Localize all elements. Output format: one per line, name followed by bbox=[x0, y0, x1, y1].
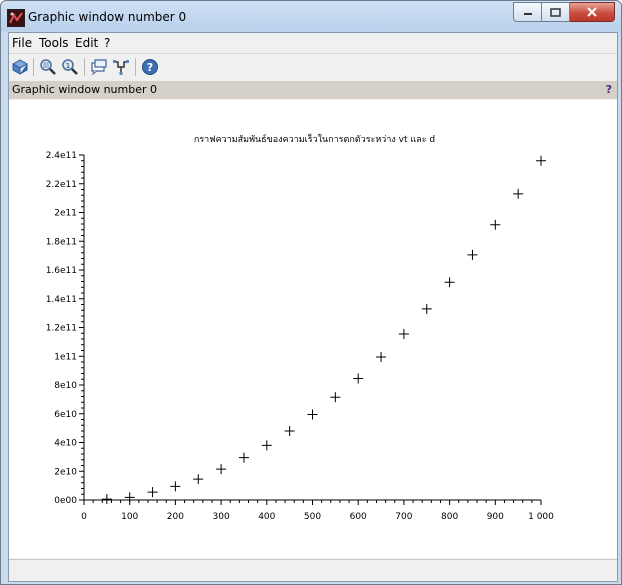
status-bar bbox=[9, 559, 617, 581]
maximize-icon bbox=[550, 7, 561, 17]
x-tick-label: 500 bbox=[304, 512, 321, 522]
menu-help[interactable]: ? bbox=[104, 36, 110, 50]
datatip-button[interactable] bbox=[89, 57, 109, 77]
data-point-marker bbox=[124, 492, 135, 503]
data-point-marker bbox=[147, 487, 158, 498]
y-tick-label: 6e10 bbox=[54, 410, 77, 420]
x-tick-label: 700 bbox=[395, 512, 412, 522]
x-tick-label: 900 bbox=[487, 512, 504, 522]
scilab-app-icon bbox=[7, 9, 25, 27]
x-tick-label: 1 000 bbox=[528, 512, 554, 522]
edit-curve-icon bbox=[113, 60, 129, 75]
toolbar: 1 ? bbox=[9, 53, 617, 81]
help-button[interactable]: ? bbox=[140, 57, 160, 77]
y-tick-label: 4e10 bbox=[54, 439, 77, 449]
datatip-icon bbox=[91, 59, 107, 76]
menu-edit[interactable]: Edit bbox=[75, 36, 98, 50]
x-tick-label: 100 bbox=[121, 512, 138, 522]
data-point-marker bbox=[536, 155, 546, 166]
data-point-marker bbox=[421, 303, 432, 314]
scatter-plot: กราฟความสัมพันธ์ของความเร็วในการตกตัวระห… bbox=[46, 132, 554, 522]
y-tick-label: 2e10 bbox=[54, 467, 77, 477]
data-point-marker bbox=[490, 219, 501, 230]
y-tick-label: 2e11 bbox=[54, 209, 77, 219]
menu-file[interactable]: File bbox=[12, 36, 32, 50]
data-point-marker bbox=[261, 440, 272, 451]
svg-text:1: 1 bbox=[66, 62, 70, 70]
zoom-button[interactable] bbox=[38, 57, 58, 77]
client-area: File Tools Edit ? 1 ? Graphic window num… bbox=[8, 32, 618, 582]
minimize-icon bbox=[523, 13, 532, 15]
rotate-button[interactable] bbox=[10, 57, 30, 77]
edit-curve-button[interactable] bbox=[111, 57, 131, 77]
close-button[interactable] bbox=[570, 2, 615, 22]
svg-text:?: ? bbox=[147, 61, 153, 74]
data-point-marker bbox=[398, 328, 409, 339]
toolbar-separator bbox=[135, 58, 136, 76]
info-bar-label: Graphic window number 0 bbox=[12, 83, 157, 96]
data-point-marker bbox=[193, 474, 204, 485]
toolbar-separator bbox=[33, 58, 34, 76]
data-point-marker bbox=[216, 464, 227, 475]
minimize-button[interactable] bbox=[513, 2, 542, 22]
data-point-marker bbox=[376, 351, 387, 362]
close-icon bbox=[587, 7, 597, 17]
y-tick-label: 1e11 bbox=[54, 352, 77, 362]
data-point-marker bbox=[170, 481, 181, 492]
plot-canvas[interactable]: กราฟความสัมพันธ์ของความเร็วในการตกตัวระห… bbox=[9, 100, 617, 558]
zoom-reset-icon: 1 bbox=[62, 59, 78, 75]
y-tick-label: 1.2e11 bbox=[46, 324, 77, 334]
info-bar-help[interactable]: ? bbox=[606, 83, 612, 96]
info-bar: Graphic window number 0 ? bbox=[9, 81, 617, 99]
graphic-window: Graphic window number 0 File Tools Edit … bbox=[0, 0, 622, 585]
window-title: Graphic window number 0 bbox=[28, 10, 187, 24]
maximize-button[interactable] bbox=[542, 2, 570, 22]
y-tick-label: 1.8e11 bbox=[46, 237, 77, 247]
x-tick-label: 200 bbox=[167, 512, 184, 522]
data-point-marker bbox=[307, 409, 318, 420]
zoom-in-icon bbox=[40, 59, 56, 75]
data-point-marker bbox=[238, 452, 249, 463]
data-point-marker bbox=[101, 494, 112, 505]
data-point-marker bbox=[444, 277, 455, 288]
x-tick-label: 400 bbox=[258, 512, 275, 522]
y-tick-label: 8e10 bbox=[54, 381, 77, 391]
menu-tools[interactable]: Tools bbox=[39, 36, 69, 50]
help-icon: ? bbox=[142, 59, 158, 75]
y-tick-label: 1.6e11 bbox=[46, 266, 77, 276]
rotate-icon bbox=[11, 59, 29, 75]
zoom-reset-button[interactable]: 1 bbox=[60, 57, 80, 77]
x-tick-label: 800 bbox=[441, 512, 458, 522]
data-point-marker bbox=[467, 249, 478, 260]
y-tick-label: 2.4e11 bbox=[46, 151, 77, 161]
y-tick-label: 2.2e11 bbox=[46, 180, 77, 190]
x-tick-label: 300 bbox=[213, 512, 230, 522]
data-point-marker bbox=[353, 373, 364, 384]
y-tick-label: 0e00 bbox=[54, 496, 77, 506]
x-tick-label: 600 bbox=[350, 512, 367, 522]
y-tick-label: 1.4e11 bbox=[46, 295, 77, 305]
data-point-marker bbox=[284, 426, 295, 436]
data-point-marker bbox=[330, 392, 341, 403]
toolbar-separator bbox=[84, 58, 85, 76]
title-bar[interactable]: Graphic window number 0 bbox=[1, 1, 621, 32]
chart-title: กราฟความสัมพันธ์ของความเร็วในการตกตัวระห… bbox=[194, 132, 435, 145]
x-tick-label: 0 bbox=[81, 512, 87, 522]
data-point-marker bbox=[513, 188, 524, 199]
menu-bar: File Tools Edit ? bbox=[9, 33, 617, 52]
